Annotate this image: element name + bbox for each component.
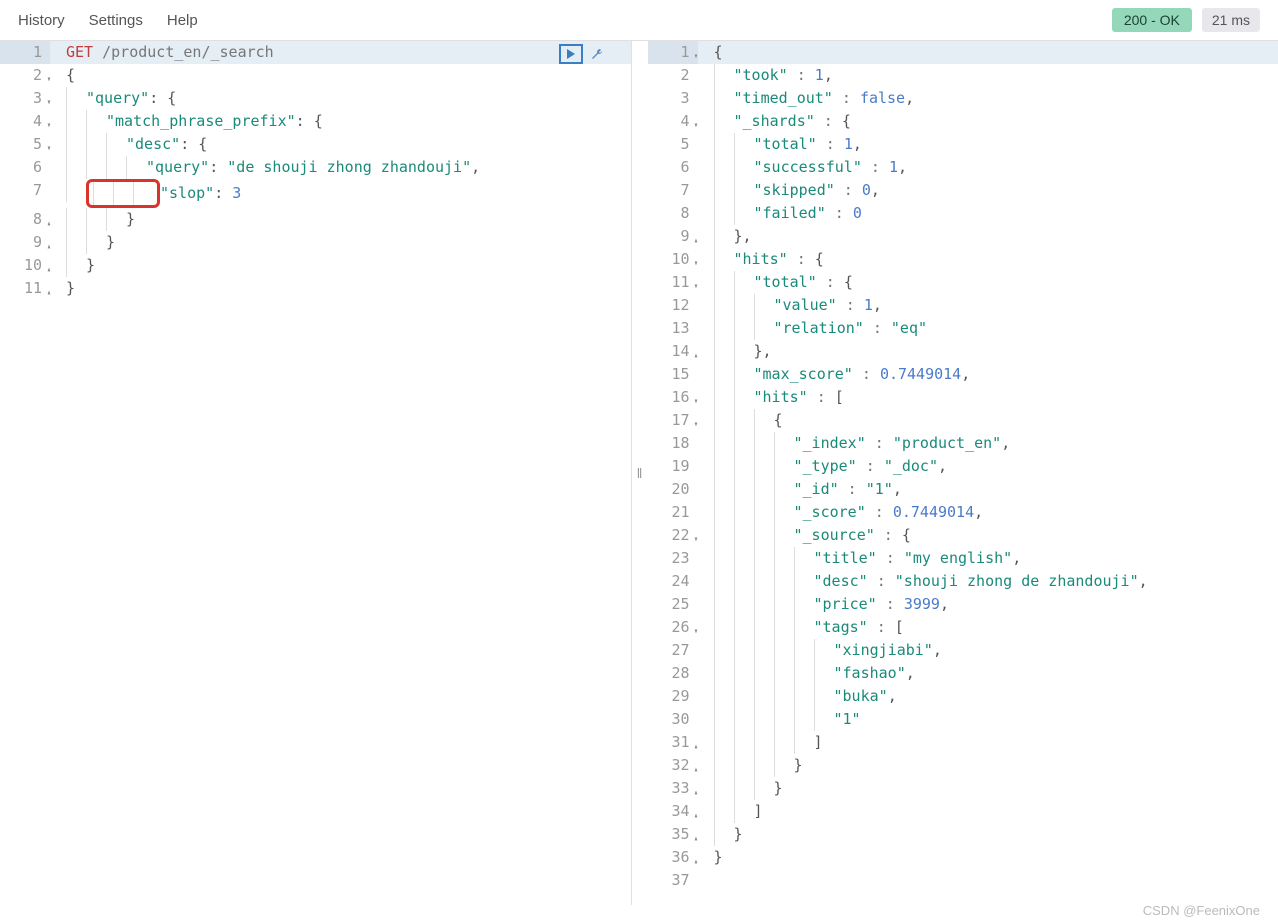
code-line[interactable]: 10▴}: [0, 254, 631, 277]
code-line[interactable]: 6"query": "de shouji zhong zhandouji",: [0, 156, 631, 179]
code-line[interactable]: 8"failed" : 0: [648, 202, 1278, 225]
code-line[interactable]: 1GET /product_en/_search: [0, 41, 631, 64]
watermark: CSDN @FeenixOne: [1143, 903, 1260, 918]
code-line[interactable]: 37: [648, 869, 1278, 892]
code-line[interactable]: 2"took" : 1,: [648, 64, 1278, 87]
code-line[interactable]: 19"_type" : "_doc",: [648, 455, 1278, 478]
code-line[interactable]: 26▾"tags" : [: [648, 616, 1278, 639]
code-line[interactable]: 23"title" : "my english",: [648, 547, 1278, 570]
code-line[interactable]: 27"xingjiabi",: [648, 639, 1278, 662]
code-line[interactable]: 20"_id" : "1",: [648, 478, 1278, 501]
response-pane[interactable]: 1▾{2"took" : 1,3"timed_out" : false,4▾"_…: [648, 41, 1278, 905]
menu: History Settings Help: [18, 12, 198, 29]
code-line[interactable]: 36▴}: [648, 846, 1278, 869]
code-line[interactable]: 9▴}: [0, 231, 631, 254]
code-line[interactable]: 11▾"total" : {: [648, 271, 1278, 294]
code-line[interactable]: 22▾"_source" : {: [648, 524, 1278, 547]
wrench-icon[interactable]: [585, 44, 609, 64]
code-line[interactable]: 18"_index" : "product_en",: [648, 432, 1278, 455]
code-line[interactable]: 8▴}: [0, 208, 631, 231]
code-line[interactable]: 7"slop": 3: [0, 179, 631, 208]
menu-help[interactable]: Help: [167, 12, 198, 29]
code-line[interactable]: 16▾"hits" : [: [648, 386, 1278, 409]
main-split: 1GET /product_en/_search2▾{3▾"query": {4…: [0, 41, 1278, 905]
code-line[interactable]: 4▾"match_phrase_prefix": {: [0, 110, 631, 133]
code-line[interactable]: 2▾{: [0, 64, 631, 87]
code-line[interactable]: 25"price" : 3999,: [648, 593, 1278, 616]
action-icons: [559, 44, 609, 64]
code-line[interactable]: 32▴}: [648, 754, 1278, 777]
code-line[interactable]: 34▴]: [648, 800, 1278, 823]
code-line[interactable]: 30"1": [648, 708, 1278, 731]
code-line[interactable]: 4▾"_shards" : {: [648, 110, 1278, 133]
code-line[interactable]: 9▴},: [648, 225, 1278, 248]
timing-badge: 21 ms: [1202, 8, 1260, 32]
play-icon[interactable]: [559, 44, 583, 64]
request-pane[interactable]: 1GET /product_en/_search2▾{3▾"query": {4…: [0, 41, 632, 905]
pane-divider[interactable]: ‖: [632, 41, 648, 905]
code-line[interactable]: 3▾"query": {: [0, 87, 631, 110]
code-line[interactable]: 21"_score" : 0.7449014,: [648, 501, 1278, 524]
status-badge: 200 - OK: [1112, 8, 1192, 32]
header-bar: History Settings Help 200 - OK 21 ms: [0, 0, 1278, 41]
code-line[interactable]: 24"desc" : "shouji zhong de zhandouji",: [648, 570, 1278, 593]
code-line[interactable]: 15"max_score" : 0.7449014,: [648, 363, 1278, 386]
menu-settings[interactable]: Settings: [89, 12, 143, 29]
code-line[interactable]: 10▾"hits" : {: [648, 248, 1278, 271]
code-line[interactable]: 33▴}: [648, 777, 1278, 800]
code-line[interactable]: 14▴},: [648, 340, 1278, 363]
code-line[interactable]: 6"successful" : 1,: [648, 156, 1278, 179]
menu-history[interactable]: History: [18, 12, 65, 29]
code-line[interactable]: 29"buka",: [648, 685, 1278, 708]
fold-icon[interactable]: ▴: [47, 281, 51, 304]
code-line[interactable]: 12"value" : 1,: [648, 294, 1278, 317]
status-area: 200 - OK 21 ms: [1112, 8, 1260, 32]
code-line[interactable]: 35▴}: [648, 823, 1278, 846]
code-line[interactable]: 28"fashao",: [648, 662, 1278, 685]
code-line[interactable]: 17▾{: [648, 409, 1278, 432]
code-line[interactable]: 1▾{: [648, 41, 1278, 64]
request-editor[interactable]: 1GET /product_en/_search2▾{3▾"query": {4…: [0, 41, 631, 300]
code-line[interactable]: 31▴]: [648, 731, 1278, 754]
code-line[interactable]: 7"skipped" : 0,: [648, 179, 1278, 202]
code-line[interactable]: 11▴}: [0, 277, 631, 300]
code-line[interactable]: 5"total" : 1,: [648, 133, 1278, 156]
code-line[interactable]: 5▾"desc": {: [0, 133, 631, 156]
code-line[interactable]: 13"relation" : "eq": [648, 317, 1278, 340]
response-editor[interactable]: 1▾{2"took" : 1,3"timed_out" : false,4▾"_…: [648, 41, 1278, 892]
code-line[interactable]: 3"timed_out" : false,: [648, 87, 1278, 110]
